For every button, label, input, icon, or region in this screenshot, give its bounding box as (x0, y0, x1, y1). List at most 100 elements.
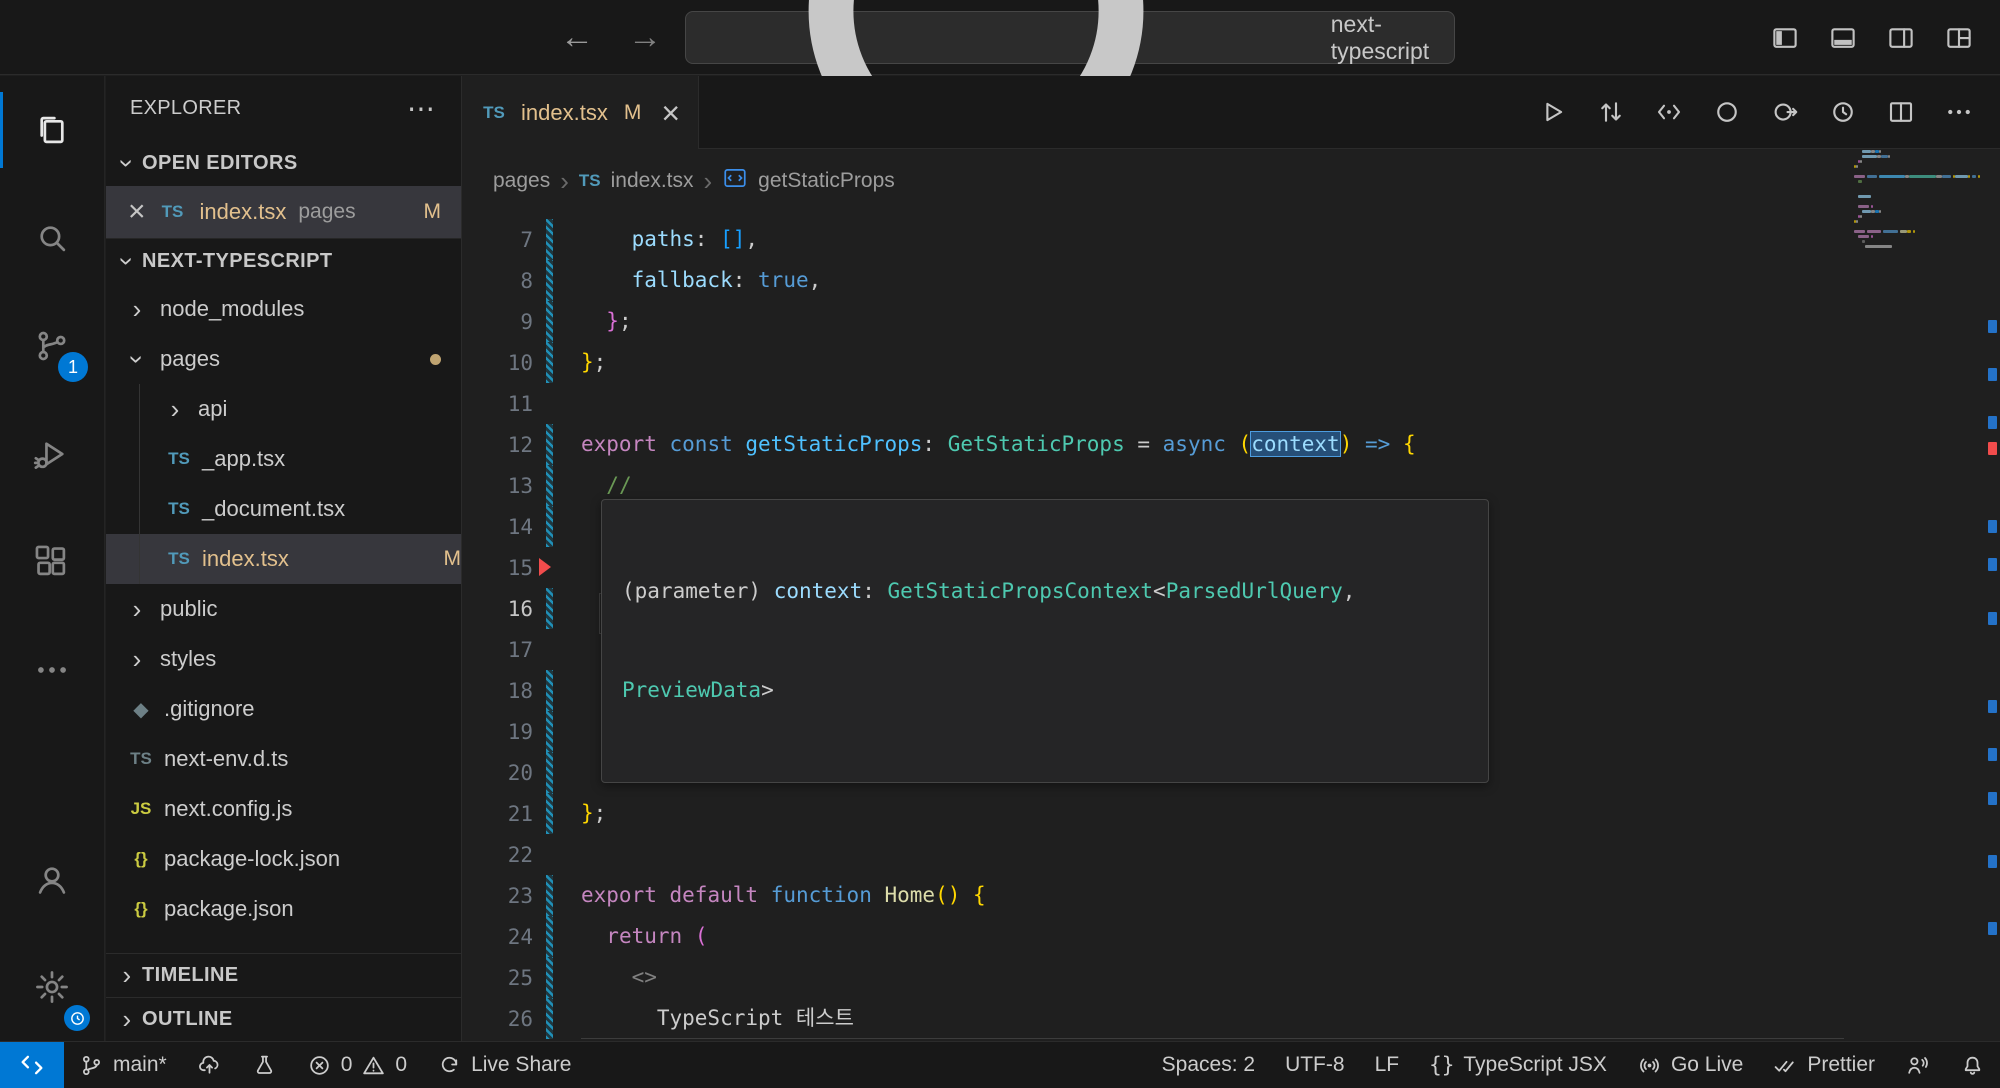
tree-item-styles[interactable]: ›styles (106, 634, 461, 684)
custom-layout-button[interactable] (1944, 23, 1974, 53)
tree-item-package-lock-json[interactable]: {}package-lock.json (106, 834, 461, 884)
remote-indicator[interactable] (0, 1042, 64, 1088)
code-line-11[interactable]: 11 (463, 383, 1854, 424)
code-line-21[interactable]: 21}; (463, 793, 1854, 834)
breadcrumb-symbol[interactable]: getStaticProps (758, 169, 895, 193)
tab-close-button[interactable]: × (661, 97, 680, 129)
notifications-button[interactable] (1945, 1042, 2000, 1088)
json-file-icon: {} (126, 849, 156, 869)
toggle-secondary-sidebar-button[interactable] (1886, 23, 1916, 53)
git-branch-status[interactable]: main* (64, 1042, 182, 1088)
tree-item-next-config-js[interactable]: JSnext.config.js (106, 784, 461, 834)
git-gutter (546, 834, 553, 875)
timeline-section-header[interactable]: › TIMELINE (106, 953, 461, 997)
code-line-8[interactable]: 8 fallback: true, (463, 260, 1854, 301)
back-button[interactable]: ← (560, 18, 594, 57)
tree-item--gitignore[interactable]: ◆.gitignore (106, 684, 461, 734)
tree-item-api[interactable]: ›api (106, 384, 461, 434)
tree-item-label: pages (160, 346, 220, 372)
tree-item-label: styles (160, 646, 216, 672)
search-activity-button[interactable] (0, 184, 104, 292)
publish-changes-button[interactable] (182, 1042, 237, 1088)
command-center-search[interactable]: next-typescript (685, 11, 1455, 64)
tree-item-index-tsx[interactable]: TSindex.tsxM (106, 534, 461, 584)
explorer-sidebar: EXPLORER ⋯ › OPEN EDITORS × TS index.tsx… (106, 76, 462, 1041)
line-number: 16 (463, 597, 533, 621)
code-line-24[interactable]: 24 return ( (463, 916, 1854, 957)
tree-item-pages[interactable]: ›pages (106, 334, 461, 384)
code-token (581, 309, 606, 333)
extensions-activity-button[interactable] (0, 508, 104, 616)
tree-item--app-tsx[interactable]: TS_app.tsx (106, 434, 461, 484)
code-line-23[interactable]: 23export default function Home() { (463, 875, 1854, 916)
overview-ruler-scrollbar[interactable] (1985, 150, 2000, 1041)
run-button[interactable] (1538, 97, 1568, 127)
toggle-primary-sidebar-button[interactable] (1770, 23, 1800, 53)
open-editors-section-header[interactable]: › OPEN EDITORS (106, 140, 461, 186)
minimap-line (1854, 160, 1985, 163)
git-gutter-modified (546, 506, 553, 547)
live-share-button[interactable]: Live Share (422, 1042, 586, 1088)
tree-item-public[interactable]: ›public (106, 584, 461, 634)
code-token (682, 924, 695, 948)
source-control-activity-button[interactable]: 1 (0, 292, 104, 400)
line-number: 23 (463, 884, 533, 908)
run-debug-activity-button[interactable] (0, 400, 104, 508)
tree-item-node-modules[interactable]: ›node_modules (106, 284, 461, 334)
code-line-10[interactable]: 10}; (463, 342, 1854, 383)
inline-diff-icon[interactable] (1654, 97, 1684, 127)
toggle-panel-button[interactable] (1828, 23, 1858, 53)
problems-status[interactable]: 0 0 (292, 1042, 422, 1088)
minimap-line (1854, 225, 1985, 228)
tree-item-package-json[interactable]: {}package.json (106, 884, 461, 934)
line-number: 10 (463, 351, 533, 375)
feedback-button[interactable] (1890, 1042, 1945, 1088)
open-changes-icon[interactable] (1596, 97, 1626, 127)
code-line-22[interactable]: 22 (463, 834, 1854, 875)
encoding-status[interactable]: UTF-8 (1270, 1042, 1360, 1088)
explorer-actions-button[interactable]: ⋯ (407, 92, 437, 125)
close-icon[interactable]: × (128, 197, 146, 227)
forward-button[interactable]: → (628, 18, 662, 57)
minimap[interactable] (1854, 150, 1985, 250)
code-editor[interactable]: 7 paths: [],8 fallback: true,9 };10};111… (463, 214, 1854, 1041)
minimap-line (1854, 215, 1985, 218)
breadcrumb-file[interactable]: index.tsx (611, 169, 694, 193)
eol-status[interactable]: LF (1360, 1042, 1415, 1088)
scm-changes-badge: 1 (58, 352, 88, 382)
code-line-25[interactable]: 25 <> (463, 957, 1854, 998)
git-gutter-modified (546, 301, 553, 342)
tree-item--document-tsx[interactable]: TS_document.tsx (106, 484, 461, 534)
tab-label: index.tsx (521, 100, 608, 126)
settings-button[interactable] (0, 933, 104, 1041)
code-line-26[interactable]: 26 TypeScript 테스트 (463, 998, 1854, 1039)
code-token: paths (632, 227, 695, 251)
breadcrumb-folder[interactable]: pages (493, 169, 550, 193)
split-editor-button[interactable] (1886, 97, 1916, 127)
outline-section-header[interactable]: › OUTLINE (106, 997, 461, 1041)
cloud-upload-icon (197, 1053, 222, 1078)
prettier-label: Prettier (1807, 1053, 1875, 1077)
code-line-9[interactable]: 9 }; (463, 301, 1854, 342)
accounts-button[interactable] (0, 825, 104, 933)
code-line-7[interactable]: 7 paths: [], (463, 219, 1854, 260)
additional-views-button[interactable] (0, 616, 104, 724)
prettier-status[interactable]: Prettier (1758, 1042, 1890, 1088)
go-live-button[interactable]: Go Live (1622, 1042, 1758, 1088)
ts-file-icon: TS (164, 499, 194, 519)
project-section-header[interactable]: › NEXT-TYPESCRIPT (106, 238, 461, 284)
explorer-activity-button[interactable] (0, 76, 104, 184)
tree-item-next-env-d-ts[interactable]: TSnext-env.d.ts (106, 734, 461, 784)
sidebar-title: EXPLORER (130, 97, 241, 120)
prev-change-icon[interactable] (1712, 97, 1742, 127)
history-navigation: ← → (560, 0, 662, 75)
testing-status-button[interactable] (237, 1042, 292, 1088)
next-change-icon[interactable] (1770, 97, 1800, 127)
code-line-12[interactable]: 12export const getStaticProps: GetStatic… (463, 424, 1854, 465)
open-editor-item-index-tsx[interactable]: × TS index.tsx pages M (106, 186, 461, 238)
language-mode-status[interactable]: {} TypeScript JSX (1414, 1042, 1622, 1088)
more-actions-button[interactable] (1944, 97, 1974, 127)
indentation-status[interactable]: Spaces: 2 (1147, 1042, 1270, 1088)
gitlens-icon[interactable] (1828, 97, 1858, 127)
tab-index-tsx[interactable]: TS index.tsx M × (463, 76, 699, 149)
